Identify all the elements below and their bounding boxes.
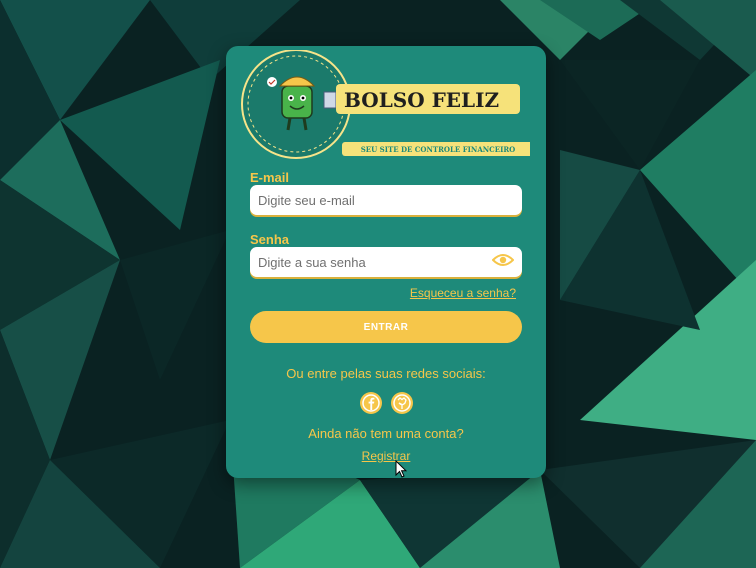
show-password-icon[interactable] <box>492 252 514 268</box>
brand-name: BOLSO FELIZ <box>344 88 499 112</box>
login-card: BOLSO FELIZ SEU SITE DE CONTROLE FINANCE… <box>226 46 546 478</box>
github-icon <box>393 394 411 412</box>
bolso-feliz-logo: BOLSO FELIZ SEU SITE DE CONTROLE FINANCE… <box>241 50 530 159</box>
password-label: Senha <box>250 232 290 247</box>
register-row: Registrar <box>226 449 546 463</box>
forgot-password-link[interactable]: Esqueceu a senha? <box>410 286 516 300</box>
mouse-cursor-icon <box>395 460 407 478</box>
email-field[interactable] <box>250 185 522 215</box>
email-label: E-mail <box>250 170 290 185</box>
password-field[interactable] <box>250 247 522 277</box>
facebook-icon <box>362 394 380 412</box>
social-login-prompt: Ou entre pelas suas redes sociais: <box>286 366 486 381</box>
login-button[interactable]: ENTRAR <box>250 311 522 343</box>
github-login-button[interactable] <box>391 392 413 414</box>
signup-prompt: Ainda não tem uma conta? <box>308 426 464 441</box>
brand-tagline: SEU SITE DE CONTROLE FINANCEIRO <box>361 145 516 154</box>
facebook-login-button[interactable] <box>360 392 382 414</box>
